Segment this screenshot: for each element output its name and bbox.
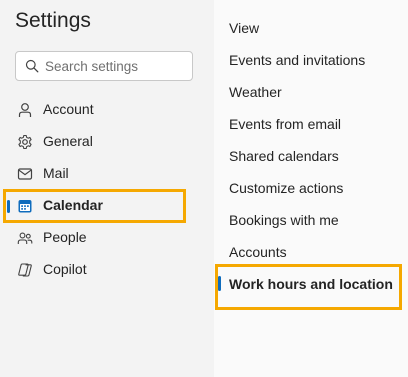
people-icon <box>17 230 33 246</box>
subnav-item-events-from-email[interactable]: Events from email <box>229 116 341 132</box>
subnav-item-customize-actions[interactable]: Customize actions <box>229 180 343 196</box>
nav-item-label: Mail <box>43 165 69 181</box>
subnav-item-view[interactable]: View <box>229 20 259 36</box>
subnav-item-bookings-with-me[interactable]: Bookings with me <box>229 212 339 228</box>
nav-item-label: General <box>43 133 93 149</box>
gear-icon <box>17 134 33 150</box>
search-box[interactable] <box>15 51 193 81</box>
subnav-item-shared-calendars[interactable]: Shared calendars <box>229 148 339 164</box>
nav-item-label: Account <box>43 101 94 117</box>
nav-item-label: Copilot <box>43 261 87 277</box>
nav-item-copilot[interactable]: Copilot <box>0 256 214 284</box>
nav-item-label: People <box>43 229 87 245</box>
subnav-item-events-and-invitations[interactable]: Events and invitations <box>229 52 365 68</box>
subnav-item-weather[interactable]: Weather <box>229 84 282 100</box>
page-title: Settings <box>15 9 91 32</box>
copilot-icon <box>17 262 33 278</box>
search-input[interactable] <box>45 58 185 74</box>
person-icon <box>17 102 33 118</box>
nav-item-account[interactable]: Account <box>0 96 214 124</box>
nav-item-general[interactable]: General <box>0 128 214 156</box>
settings-nav-pane: Settings Account General <box>0 0 214 377</box>
subnav-item-accounts[interactable]: Accounts <box>229 244 287 260</box>
highlight-outline-calendar <box>3 189 186 223</box>
nav-item-mail[interactable]: Mail <box>0 160 214 188</box>
mail-icon <box>17 166 33 182</box>
highlight-outline-work-hours <box>215 264 402 310</box>
search-icon <box>25 59 39 73</box>
nav-item-people[interactable]: People <box>0 224 214 252</box>
